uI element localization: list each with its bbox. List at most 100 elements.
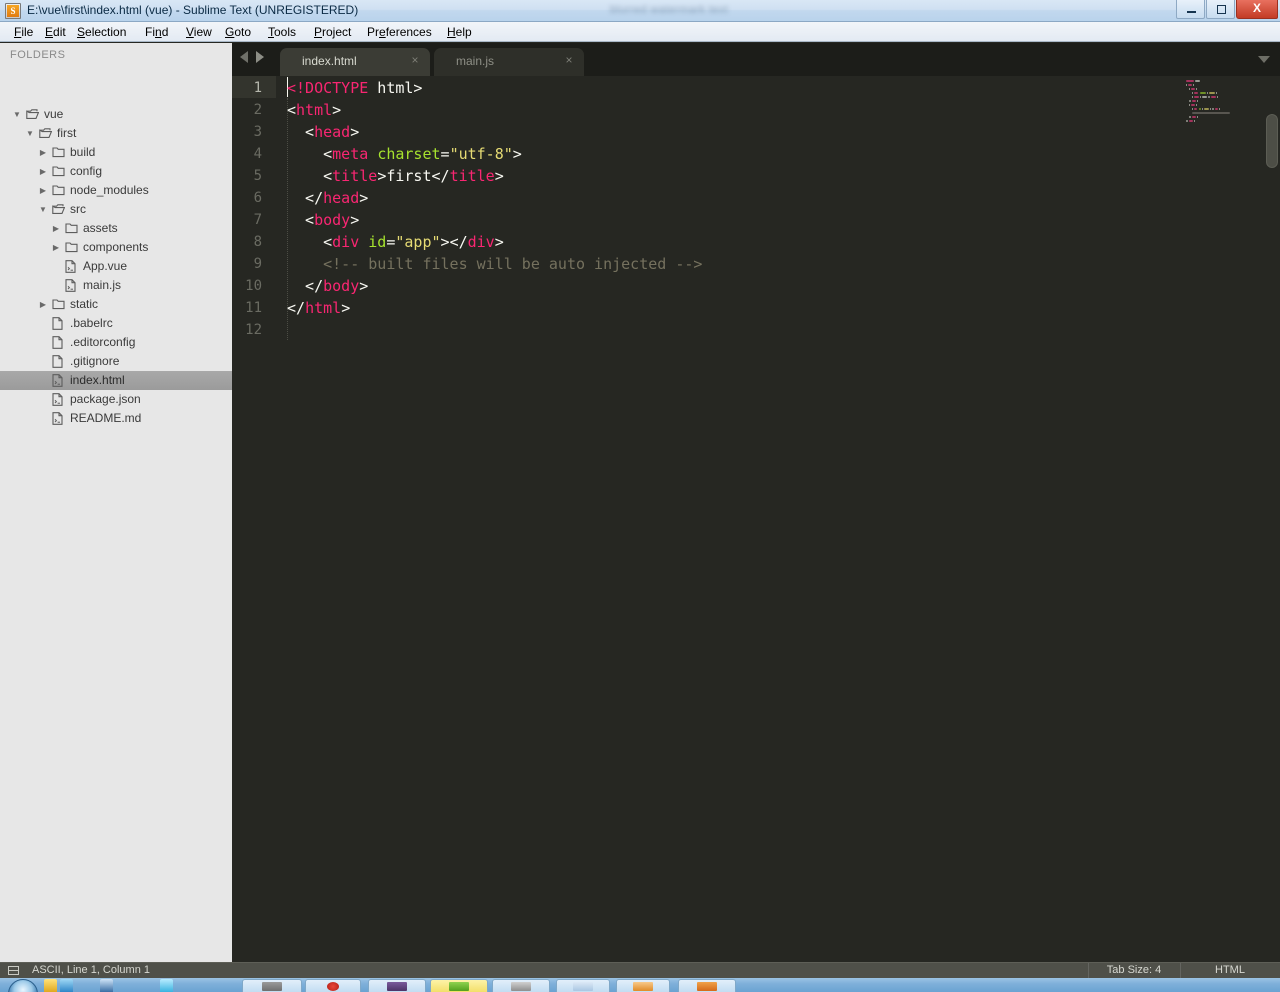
taskbar-window-button[interactable] [556,979,610,992]
code-editor-area[interactable]: 1 2 3 4 5 6 7 8 9 10 11 12 <!DOCTYPE html> <html> <h… [232,76,1280,962]
editor-tab-label: main.js [456,54,495,68]
taskbar-quicklaunch-icon[interactable] [160,979,173,992]
line-number: 5 [253,168,262,184]
taskbar-quicklaunch-icon[interactable] [60,979,73,992]
taskbar-quicklaunch-icon[interactable] [100,979,113,992]
taskbar-window-button[interactable] [678,979,736,992]
code-token: body [323,277,360,295]
menu-item-project[interactable]: Project [308,24,357,40]
code-token: > [359,189,369,207]
code-line: <!-- built files will be auto injected -… [287,253,702,275]
line-number: 4 [253,146,262,162]
editor-tab-index-html[interactable]: index.html × [280,48,430,76]
code-line: <body> [287,209,359,231]
code-token: head [314,123,351,141]
menu-item-selection[interactable]: Selection [71,24,132,40]
minimap-token [1216,92,1217,94]
tab-next-arrow-icon[interactable] [256,51,264,63]
sidebar-tree-item-components[interactable]: ▶ components [0,238,232,257]
code-token: </ [449,233,468,251]
chevron-right-icon[interactable]: ▶ [38,162,48,181]
taskbar-window-button[interactable] [242,979,302,992]
vertical-scrollbar-track[interactable] [1264,76,1280,962]
sidebar-tree-item-package-json[interactable]: package.json [0,390,232,409]
sidebar-tree-item-app-vue[interactable]: App.vue [0,257,232,276]
maximize-button[interactable] [1206,0,1235,19]
code-token: "app" [395,233,441,251]
sidebar-tree-item-vue[interactable]: ▼ vue [0,105,232,124]
sidebar-tree-item-first[interactable]: ▼ first [0,124,232,143]
code-token: > [440,233,450,251]
menu-item-tools[interactable]: Tools [262,24,302,40]
menu-item-preferences[interactable]: Preferences [361,24,438,40]
sidebar-tree-item-label: src [70,202,86,216]
close-icon: X [1252,1,1261,15]
status-syntax[interactable]: HTML [1180,964,1280,976]
status-tab-size[interactable]: Tab Size: 4 [1088,964,1180,976]
sidebar-tree-item-main-js[interactable]: main.js [0,276,232,295]
sidebar-tree-item-config[interactable]: ▶ config [0,162,232,181]
tab-prev-arrow-icon[interactable] [240,51,248,63]
code-token: > [341,299,351,317]
code-token: </ [287,277,324,295]
menu-item-goto[interactable]: Goto [219,24,257,40]
chevron-right-icon[interactable]: ▶ [38,143,48,162]
minimap-token [1192,112,1230,114]
minimap-token [1193,84,1194,86]
code-token: meta [332,145,369,163]
taskbar-window-button[interactable] [492,979,550,992]
menu-item-view[interactable]: View [180,24,218,40]
minimap-token [1194,92,1198,94]
start-button[interactable] [8,979,38,992]
menu-item-help[interactable]: Help [441,24,478,40]
editor-tab-label: index.html [302,54,357,68]
code-token: html [305,299,342,317]
code-token: head [323,189,360,207]
taskbar-window-button[interactable] [616,979,670,992]
sidebar-tree-item-assets[interactable]: ▶ assets [0,219,232,238]
taskbar-quicklaunch-icon[interactable] [44,979,57,992]
tab-overflow-menu-icon[interactable] [1258,56,1270,63]
sidebar-tree-item-readme-md[interactable]: README.md [0,409,232,428]
sidebar-tree-item-babelrc[interactable]: .babelrc [0,314,232,333]
close-button[interactable]: X [1236,0,1278,19]
chevron-right-icon[interactable]: ▶ [38,295,48,314]
chevron-down-icon[interactable]: ▼ [38,200,48,219]
tab-nav-arrows[interactable] [238,51,274,67]
chevron-down-icon[interactable]: ▼ [25,124,35,143]
menu-item-file[interactable]: File [8,24,39,40]
chevron-right-icon[interactable]: ▶ [38,181,48,200]
sidebar-tree-item-label: App.vue [83,259,128,273]
sidebar-tree-item-gitignore[interactable]: .gitignore [0,352,232,371]
menu-item-edit[interactable]: Edit [39,24,72,40]
taskbar-window-button[interactable] [430,979,488,992]
line-number: 1 [253,80,262,96]
tab-close-icon[interactable]: × [562,53,576,67]
sidebar-tree-item-node-modules[interactable]: ▶ node_modules [0,181,232,200]
sidebar-tree-item-editorconfig[interactable]: .editorconfig [0,333,232,352]
file-icon [52,352,66,371]
minimap-token [1186,80,1194,82]
taskbar-window-button[interactable] [305,979,361,992]
minimize-button[interactable] [1176,0,1205,19]
chevron-right-icon[interactable]: ▶ [51,238,61,257]
editor-tab-main-js[interactable]: main.js × [434,48,584,76]
vertical-scrollbar-thumb[interactable] [1266,114,1278,168]
menu-item-find[interactable]: Find [139,24,174,40]
sidebar-tree-item-index-html[interactable]: index.html [0,371,232,390]
minimap-token [1196,104,1197,106]
tab-close-icon[interactable]: × [408,53,422,67]
code-token: > [494,233,504,251]
sidebar-tree-item-src[interactable]: ▼ src [0,200,232,219]
chevron-right-icon[interactable]: ▶ [51,219,61,238]
minimap[interactable] [1184,76,1262,962]
sidebar-tree-item-static[interactable]: ▶ static [0,295,232,314]
window-title: E:\vue\first\index.html (vue) - Sublime … [27,3,359,17]
code-token: = [440,145,450,163]
minimap-token [1210,108,1211,110]
sublime-text-window: S E:\vue\first\index.html (vue) - Sublim… [0,0,1280,992]
sidebar-tree-item-build[interactable]: ▶ build [0,143,232,162]
taskbar-window-button[interactable] [368,979,426,992]
panel-icon[interactable] [8,966,19,975]
chevron-down-icon[interactable]: ▼ [12,105,22,124]
